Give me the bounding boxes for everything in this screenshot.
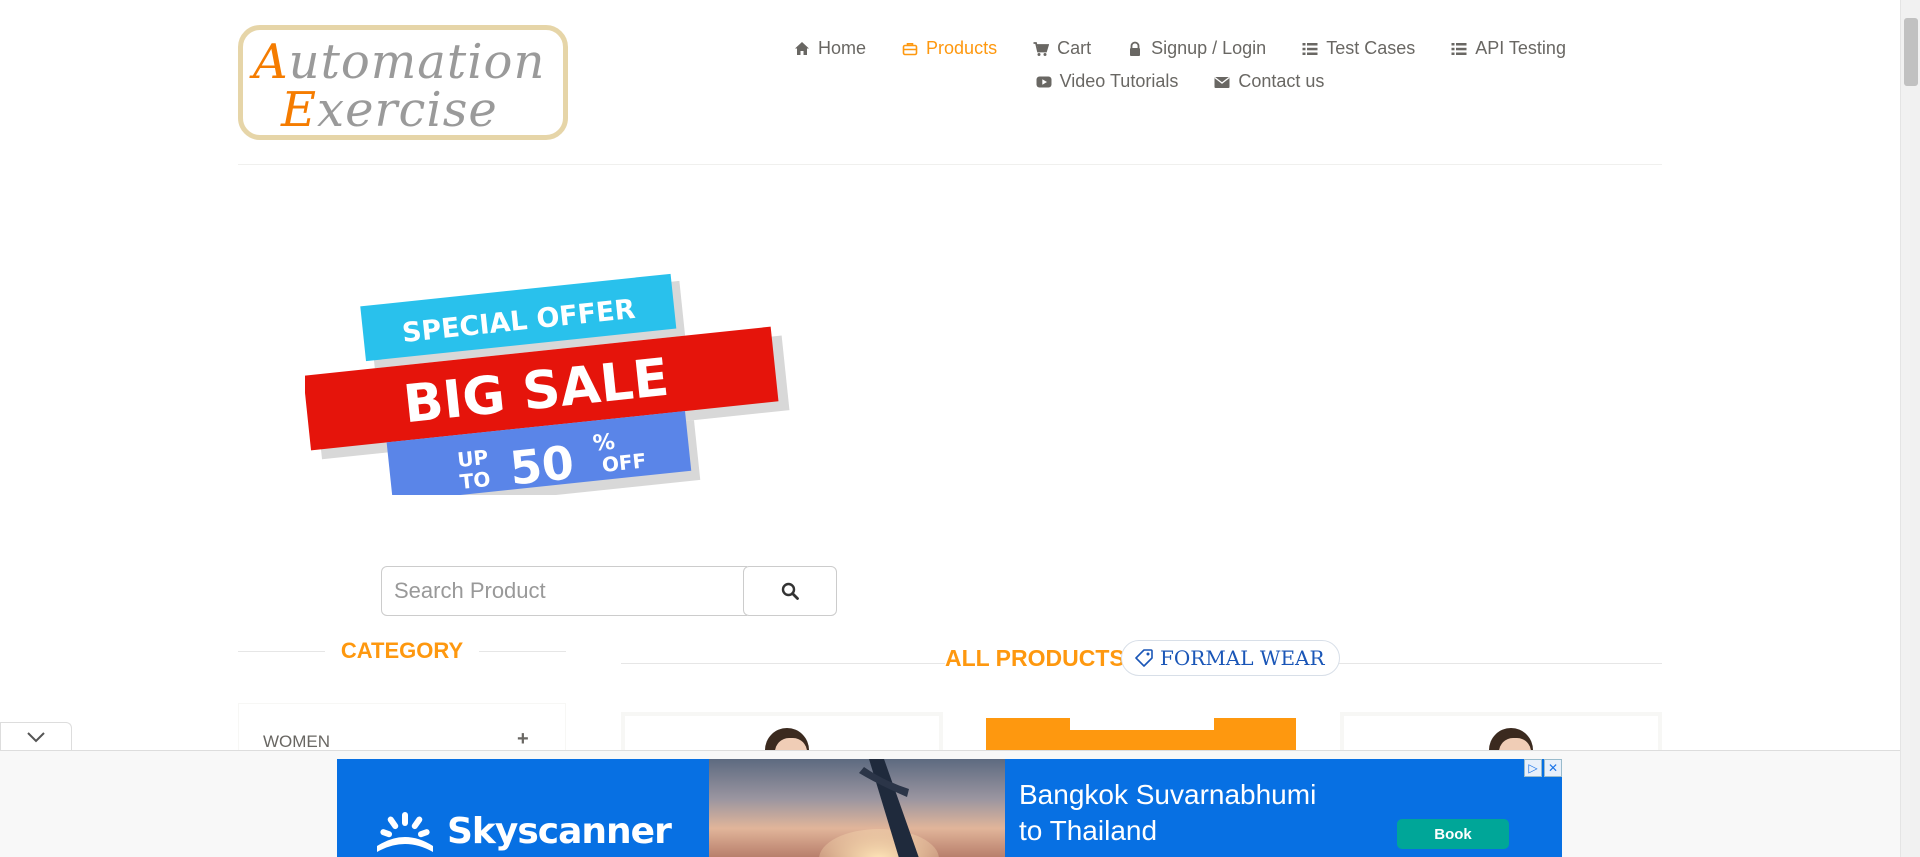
nav-contact-us[interactable]: Contact us bbox=[1214, 71, 1324, 92]
ad-collapse-tab[interactable] bbox=[0, 722, 72, 750]
site-logo[interactable]: Automation Exercise bbox=[238, 25, 568, 140]
ad-copy: Bangkok Suvarnabhumi to Thailand bbox=[1019, 777, 1316, 849]
ad-brand: Skyscanner bbox=[373, 811, 672, 852]
search-icon bbox=[781, 582, 799, 600]
tag-icon bbox=[1135, 649, 1153, 667]
ad-choices-icon[interactable]: ▷ bbox=[1524, 759, 1542, 777]
banner-percent-value: 50 bbox=[507, 435, 576, 495]
banner-off: OFF bbox=[601, 448, 648, 477]
logo-letter-e: E bbox=[281, 82, 318, 138]
banner-to: TO bbox=[459, 467, 492, 494]
chevron-down-icon bbox=[27, 731, 45, 742]
nav-api-testing-label: API Testing bbox=[1475, 38, 1566, 58]
product-tag-label: FORMAL WEAR bbox=[1160, 646, 1325, 670]
nav-signup-label: Signup / Login bbox=[1151, 38, 1267, 58]
nav-video-label: Video Tutorials bbox=[1059, 71, 1179, 91]
category-heading-line-right bbox=[479, 650, 567, 652]
cart-icon bbox=[1033, 41, 1050, 56]
logo-line-2: Exercise bbox=[281, 82, 498, 138]
briefcase-icon bbox=[902, 42, 918, 55]
airplane-wing-icon bbox=[859, 759, 919, 857]
nav-row-1: Home Products Cart Signup / Login Test C… bbox=[700, 38, 1660, 59]
envelope-icon bbox=[1214, 76, 1230, 88]
nav-home[interactable]: Home bbox=[794, 38, 866, 59]
category-expand-toggle[interactable]: + bbox=[517, 728, 529, 751]
category-heading: CATEGORY bbox=[238, 636, 567, 666]
nav-cart[interactable]: Cart bbox=[1033, 38, 1091, 59]
skyscanner-logo-icon bbox=[377, 811, 433, 852]
nav-cart-label: Cart bbox=[1057, 38, 1092, 58]
scrollbar-thumb[interactable] bbox=[1904, 18, 1918, 86]
list-icon bbox=[1451, 42, 1467, 55]
ad-controls: ▷ ✕ bbox=[1524, 759, 1562, 777]
ad-airplane-image bbox=[709, 759, 1005, 857]
product-tag-chip[interactable]: FORMAL WEAR bbox=[1121, 640, 1340, 676]
nav-signup-login[interactable]: Signup / Login bbox=[1127, 38, 1266, 59]
header-divider bbox=[238, 164, 1662, 165]
all-products-title: ALL PRODUCTS bbox=[945, 645, 1125, 672]
page-scrollbar[interactable] bbox=[1900, 0, 1920, 857]
nav-test-cases-label: Test Cases bbox=[1326, 38, 1416, 58]
nav-contact-label: Contact us bbox=[1238, 71, 1325, 91]
ad-headline-2: to Thailand bbox=[1019, 815, 1158, 846]
nav-row-2: Video Tutorials Contact us bbox=[700, 71, 1660, 92]
all-products-heading: ALL PRODUCTS FORMAL WEAR bbox=[621, 640, 1662, 680]
ad-bar: Skyscanner Bangkok Suvarnabhumi to Thail… bbox=[0, 750, 1900, 857]
category-title: CATEGORY bbox=[340, 638, 464, 663]
product-image-notch bbox=[1070, 718, 1214, 730]
nav-test-cases[interactable]: Test Cases bbox=[1302, 38, 1415, 59]
search-button[interactable] bbox=[743, 566, 837, 616]
list-icon bbox=[1302, 42, 1318, 55]
ad-headline-1: Bangkok Suvarnabhumi bbox=[1019, 779, 1317, 810]
nav-products[interactable]: Products bbox=[902, 38, 997, 59]
main-nav: Home Products Cart Signup / Login Test C… bbox=[700, 38, 1660, 92]
close-icon[interactable]: ✕ bbox=[1544, 759, 1562, 777]
logo-word-2: xercise bbox=[317, 82, 498, 138]
skyscanner-ad[interactable]: Skyscanner Bangkok Suvarnabhumi to Thail… bbox=[337, 759, 1562, 857]
search-input[interactable] bbox=[381, 566, 747, 616]
nav-video-tutorials[interactable]: Video Tutorials bbox=[1036, 71, 1179, 92]
lock-icon bbox=[1130, 41, 1141, 56]
search-bar bbox=[381, 566, 837, 616]
home-icon bbox=[795, 41, 810, 55]
nav-products-label: Products bbox=[926, 38, 998, 58]
nav-home-label: Home bbox=[818, 38, 867, 58]
sale-banner: SPECIAL OFFER BIG SALE UP TO 50 % OFF bbox=[305, 273, 790, 495]
category-item-women[interactable]: WOMEN bbox=[263, 732, 330, 752]
ad-book-button[interactable]: Book bbox=[1397, 819, 1509, 849]
category-heading-line-left bbox=[238, 650, 325, 652]
ad-brand-name: Skyscanner bbox=[447, 811, 672, 852]
nav-api-testing[interactable]: API Testing bbox=[1451, 38, 1566, 59]
youtube-play-icon bbox=[1036, 76, 1052, 87]
